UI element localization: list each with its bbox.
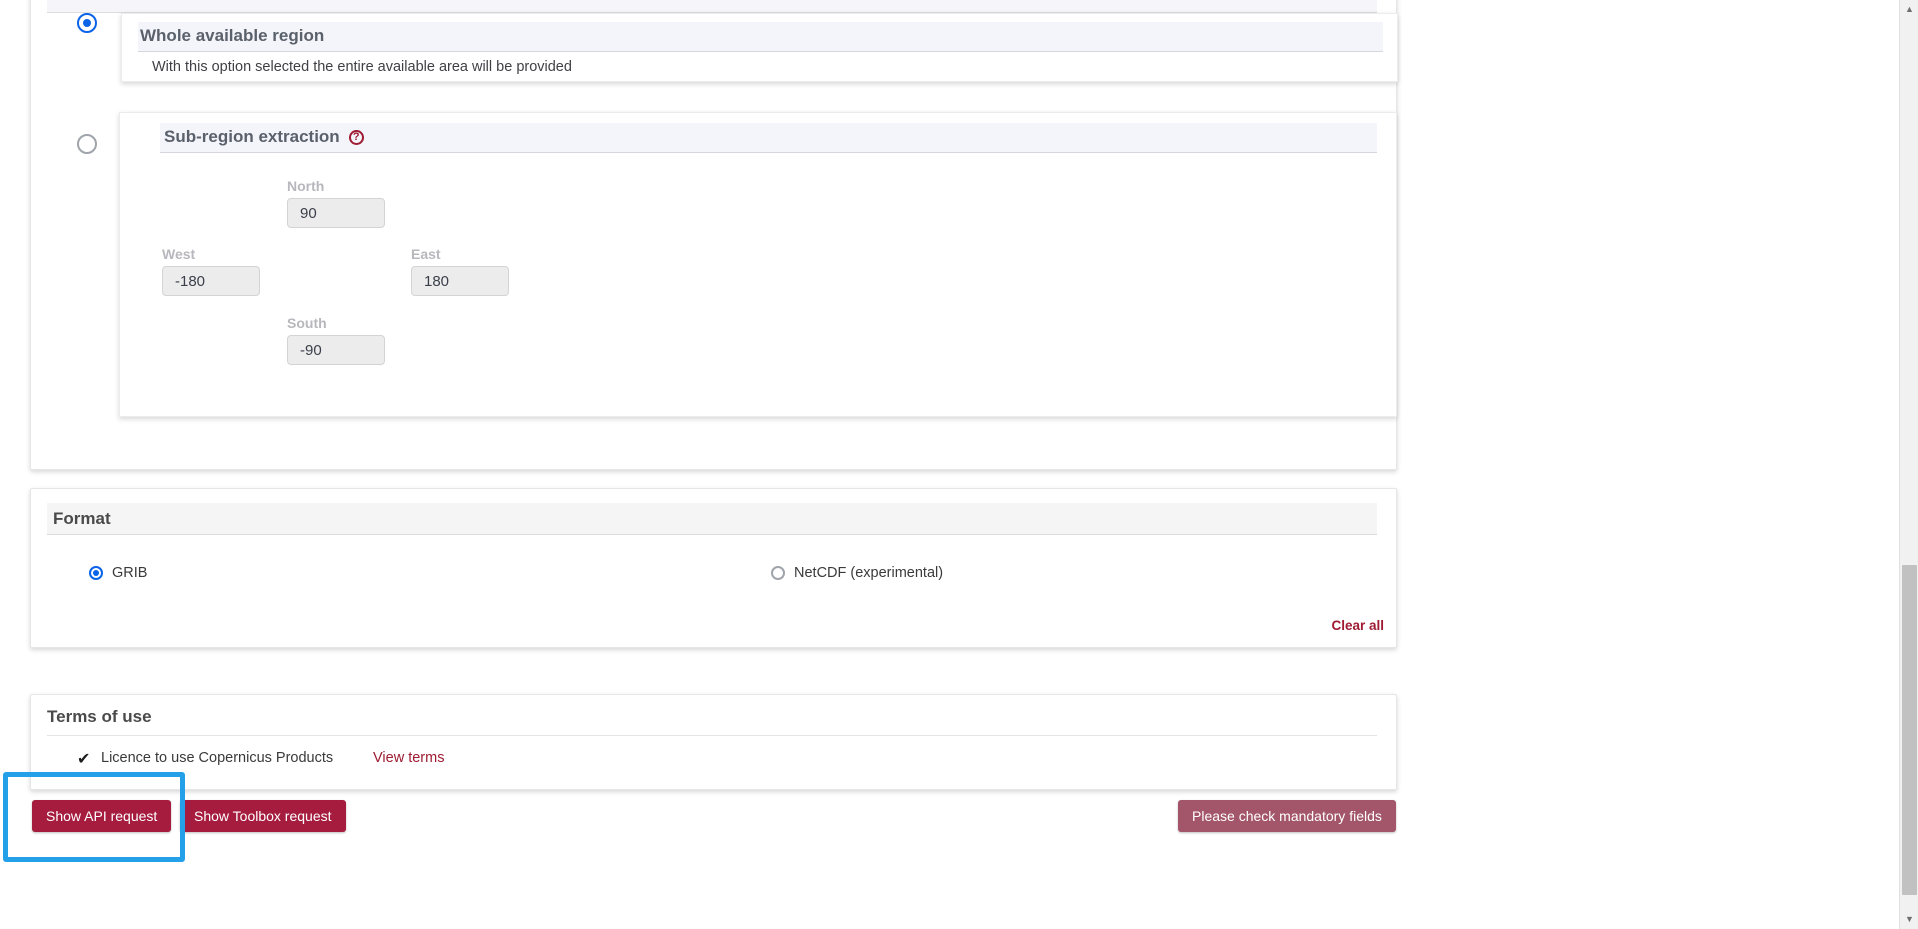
south-label: South — [287, 315, 327, 331]
format-title-bar — [47, 503, 1377, 535]
view-terms-link[interactable]: View terms — [373, 750, 444, 766]
scrollbar-thumb[interactable] — [1902, 565, 1917, 895]
whole-region-title: Whole available region — [140, 26, 325, 45]
terms-of-use-title: Terms of use — [47, 707, 152, 726]
north-input[interactable] — [287, 198, 385, 228]
show-api-request-button[interactable]: Show API request — [32, 800, 172, 832]
sub-region-title: Sub-region extraction? — [164, 127, 364, 147]
west-label: West — [162, 246, 196, 262]
geographical-area-card: Geographical area? Whole available regio… — [30, 0, 1398, 470]
terms-of-use-card: Terms of use ✔ Licence to use Copernicus… — [30, 694, 1397, 790]
format-option-grib-label: GRIB — [112, 565, 148, 581]
check-icon: ✔ — [77, 751, 91, 768]
format-option-grib[interactable]: GRIB — [89, 565, 147, 581]
north-label: North — [287, 178, 325, 194]
option-panel-sub-region-extraction[interactable]: Sub-region extraction? North West East S… — [119, 112, 1397, 417]
licence-label: Licence to use Copernicus Products — [101, 750, 334, 766]
option-panel-whole-available-region[interactable]: Whole available region With this option … — [121, 13, 1398, 82]
scroll-up-arrow-icon[interactable]: ▲ — [1900, 0, 1918, 19]
radio-sub-region-extraction[interactable] — [77, 134, 99, 156]
east-input[interactable] — [411, 266, 509, 296]
format-option-netcdf-label: NetCDF (experimental) — [794, 565, 944, 581]
terms-divider — [47, 735, 1377, 736]
radio-indicator-sub-region — [77, 134, 97, 154]
radio-indicator-whole-region — [77, 13, 97, 33]
whole-region-description: With this option selected the entire ava… — [152, 59, 572, 75]
clear-all-link[interactable]: Clear all — [1331, 618, 1384, 633]
browser-viewport: Geographical area? Whole available regio… — [0, 0, 1918, 929]
south-input[interactable] — [287, 335, 385, 365]
scroll-down-arrow-icon[interactable]: ▼ — [1900, 910, 1918, 929]
right-gutter: About C3SContact usCookiesDisclaimer / P… — [1412, 0, 1918, 929]
east-label: East — [411, 246, 441, 262]
help-icon[interactable]: ? — [348, 130, 364, 145]
geographical-area-title-bar — [47, 0, 1377, 13]
format-option-netcdf[interactable]: NetCDF (experimental) — [771, 565, 943, 581]
whole-region-header-bar — [138, 22, 1383, 52]
submit-disabled-button: Please check mandatory fields — [1178, 800, 1396, 832]
format-title: Format — [53, 509, 111, 528]
show-toolbox-request-button[interactable]: Show Toolbox request — [180, 800, 346, 832]
vertical-scrollbar[interactable]: ▲ ▼ — [1899, 0, 1918, 929]
radio-indicator-grib — [89, 566, 103, 580]
west-input[interactable] — [162, 266, 260, 296]
form-content-column: Geographical area? Whole available regio… — [0, 0, 1412, 929]
radio-whole-available-region[interactable] — [77, 13, 99, 35]
sub-region-title-text: Sub-region extraction — [164, 127, 340, 146]
format-card: Format GRIB NetCDF (experimental) — [30, 488, 1397, 648]
radio-indicator-netcdf — [771, 566, 785, 580]
